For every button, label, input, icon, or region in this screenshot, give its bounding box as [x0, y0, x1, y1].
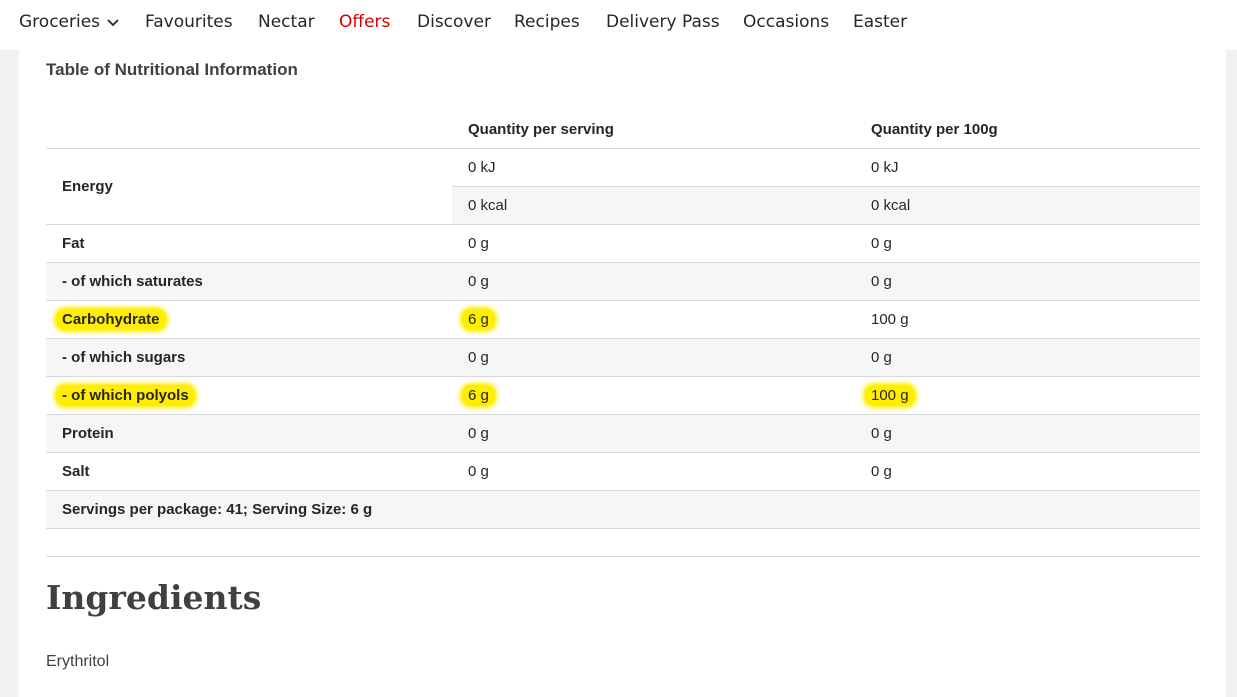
energy-kj-100g: 0 kJ	[855, 148, 1200, 187]
salt-serving: 0 g	[452, 452, 855, 491]
saturates-serving: 0 g	[452, 262, 855, 301]
nav-easter[interactable]: Easter	[853, 11, 907, 33]
ingredients-text: Erythritol	[46, 653, 110, 670]
energy-kcal-serving: 0 kcal	[452, 186, 855, 225]
chevron-down-icon	[107, 19, 119, 27]
header-blank	[46, 110, 452, 149]
table-row-salt: Salt 0 g 0 g	[46, 452, 1200, 491]
nav-recipes[interactable]: Recipes	[514, 11, 580, 33]
nav-groceries[interactable]: Groceries	[19, 11, 120, 33]
nutrition-table-title: Table of Nutritional Information	[46, 60, 298, 79]
section-divider	[46, 556, 1200, 557]
nav-delivery-pass[interactable]: Delivery Pass	[606, 11, 720, 33]
protein-100g: 0 g	[855, 414, 1200, 453]
salt-100g: 0 g	[855, 452, 1200, 491]
product-details-card: Table of Nutritional Information Quantit…	[19, 50, 1226, 697]
row-label-polyols-cell: - of which polyols	[46, 376, 452, 415]
nav-nectar[interactable]: Nectar	[258, 11, 315, 33]
header-per-serving: Quantity per serving	[452, 110, 855, 149]
table-header-row: Quantity per serving Quantity per 100g	[46, 110, 1200, 149]
row-label-carbohydrate: Carbohydrate	[56, 309, 166, 330]
saturates-100g: 0 g	[855, 262, 1200, 301]
polyols-serving: 6 g	[462, 385, 495, 406]
sugars-100g: 0 g	[855, 338, 1200, 377]
row-label-polyols: - of which polyols	[56, 385, 195, 406]
table-row-saturates: - of which saturates 0 g 0 g	[46, 262, 1200, 301]
carbohydrate-100g: 100 g	[855, 300, 1200, 339]
row-label-protein: Protein	[46, 414, 452, 453]
polyols-100g: 100 g	[865, 385, 915, 406]
energy-kcal-100g: 0 kcal	[855, 186, 1200, 225]
table-row-polyols: - of which polyols 6 g 100 g	[46, 376, 1200, 415]
table-row-sugars: - of which sugars 0 g 0 g	[46, 338, 1200, 377]
carbohydrate-serving: 6 g	[462, 309, 495, 330]
nav-groceries-label: Groceries	[19, 12, 101, 32]
top-navigation: Groceries Favourites Nectar Offers Disco…	[0, 0, 1237, 50]
table-row-energy-kj: Energy 0 kJ 0 kJ	[46, 148, 1200, 225]
row-label-saturates: - of which saturates	[46, 262, 452, 301]
row-label-salt: Salt	[46, 452, 452, 491]
table-row-fat: Fat 0 g 0 g	[46, 224, 1200, 263]
nutrition-table: Quantity per serving Quantity per 100g E…	[46, 110, 1200, 529]
energy-kj-serving: 0 kJ	[452, 148, 855, 187]
nav-offers[interactable]: Offers	[339, 11, 390, 33]
servings-per-package: Servings per package: 41; Serving Size: …	[46, 490, 1200, 529]
polyols-100g-cell: 100 g	[855, 376, 1200, 415]
polyols-serving-cell: 6 g	[452, 376, 855, 415]
ingredients-heading: Ingredients	[46, 578, 262, 617]
header-per-100g: Quantity per 100g	[855, 110, 1200, 149]
row-label-sugars: - of which sugars	[46, 338, 452, 377]
sugars-serving: 0 g	[452, 338, 855, 377]
fat-100g: 0 g	[855, 224, 1200, 263]
table-row-servings-footer: Servings per package: 41; Serving Size: …	[46, 490, 1200, 529]
nav-occasions[interactable]: Occasions	[743, 11, 829, 33]
nav-favourites[interactable]: Favourites	[145, 11, 233, 33]
nav-discover[interactable]: Discover	[417, 11, 491, 33]
table-row-carbohydrate: Carbohydrate 6 g 100 g	[46, 300, 1200, 339]
row-label-energy: Energy	[46, 148, 452, 225]
fat-serving: 0 g	[452, 224, 855, 263]
table-row-protein: Protein 0 g 0 g	[46, 414, 1200, 453]
protein-serving: 0 g	[452, 414, 855, 453]
carbohydrate-serving-cell: 6 g	[452, 300, 855, 339]
row-label-carbohydrate-cell: Carbohydrate	[46, 300, 452, 339]
row-label-fat: Fat	[46, 224, 452, 263]
